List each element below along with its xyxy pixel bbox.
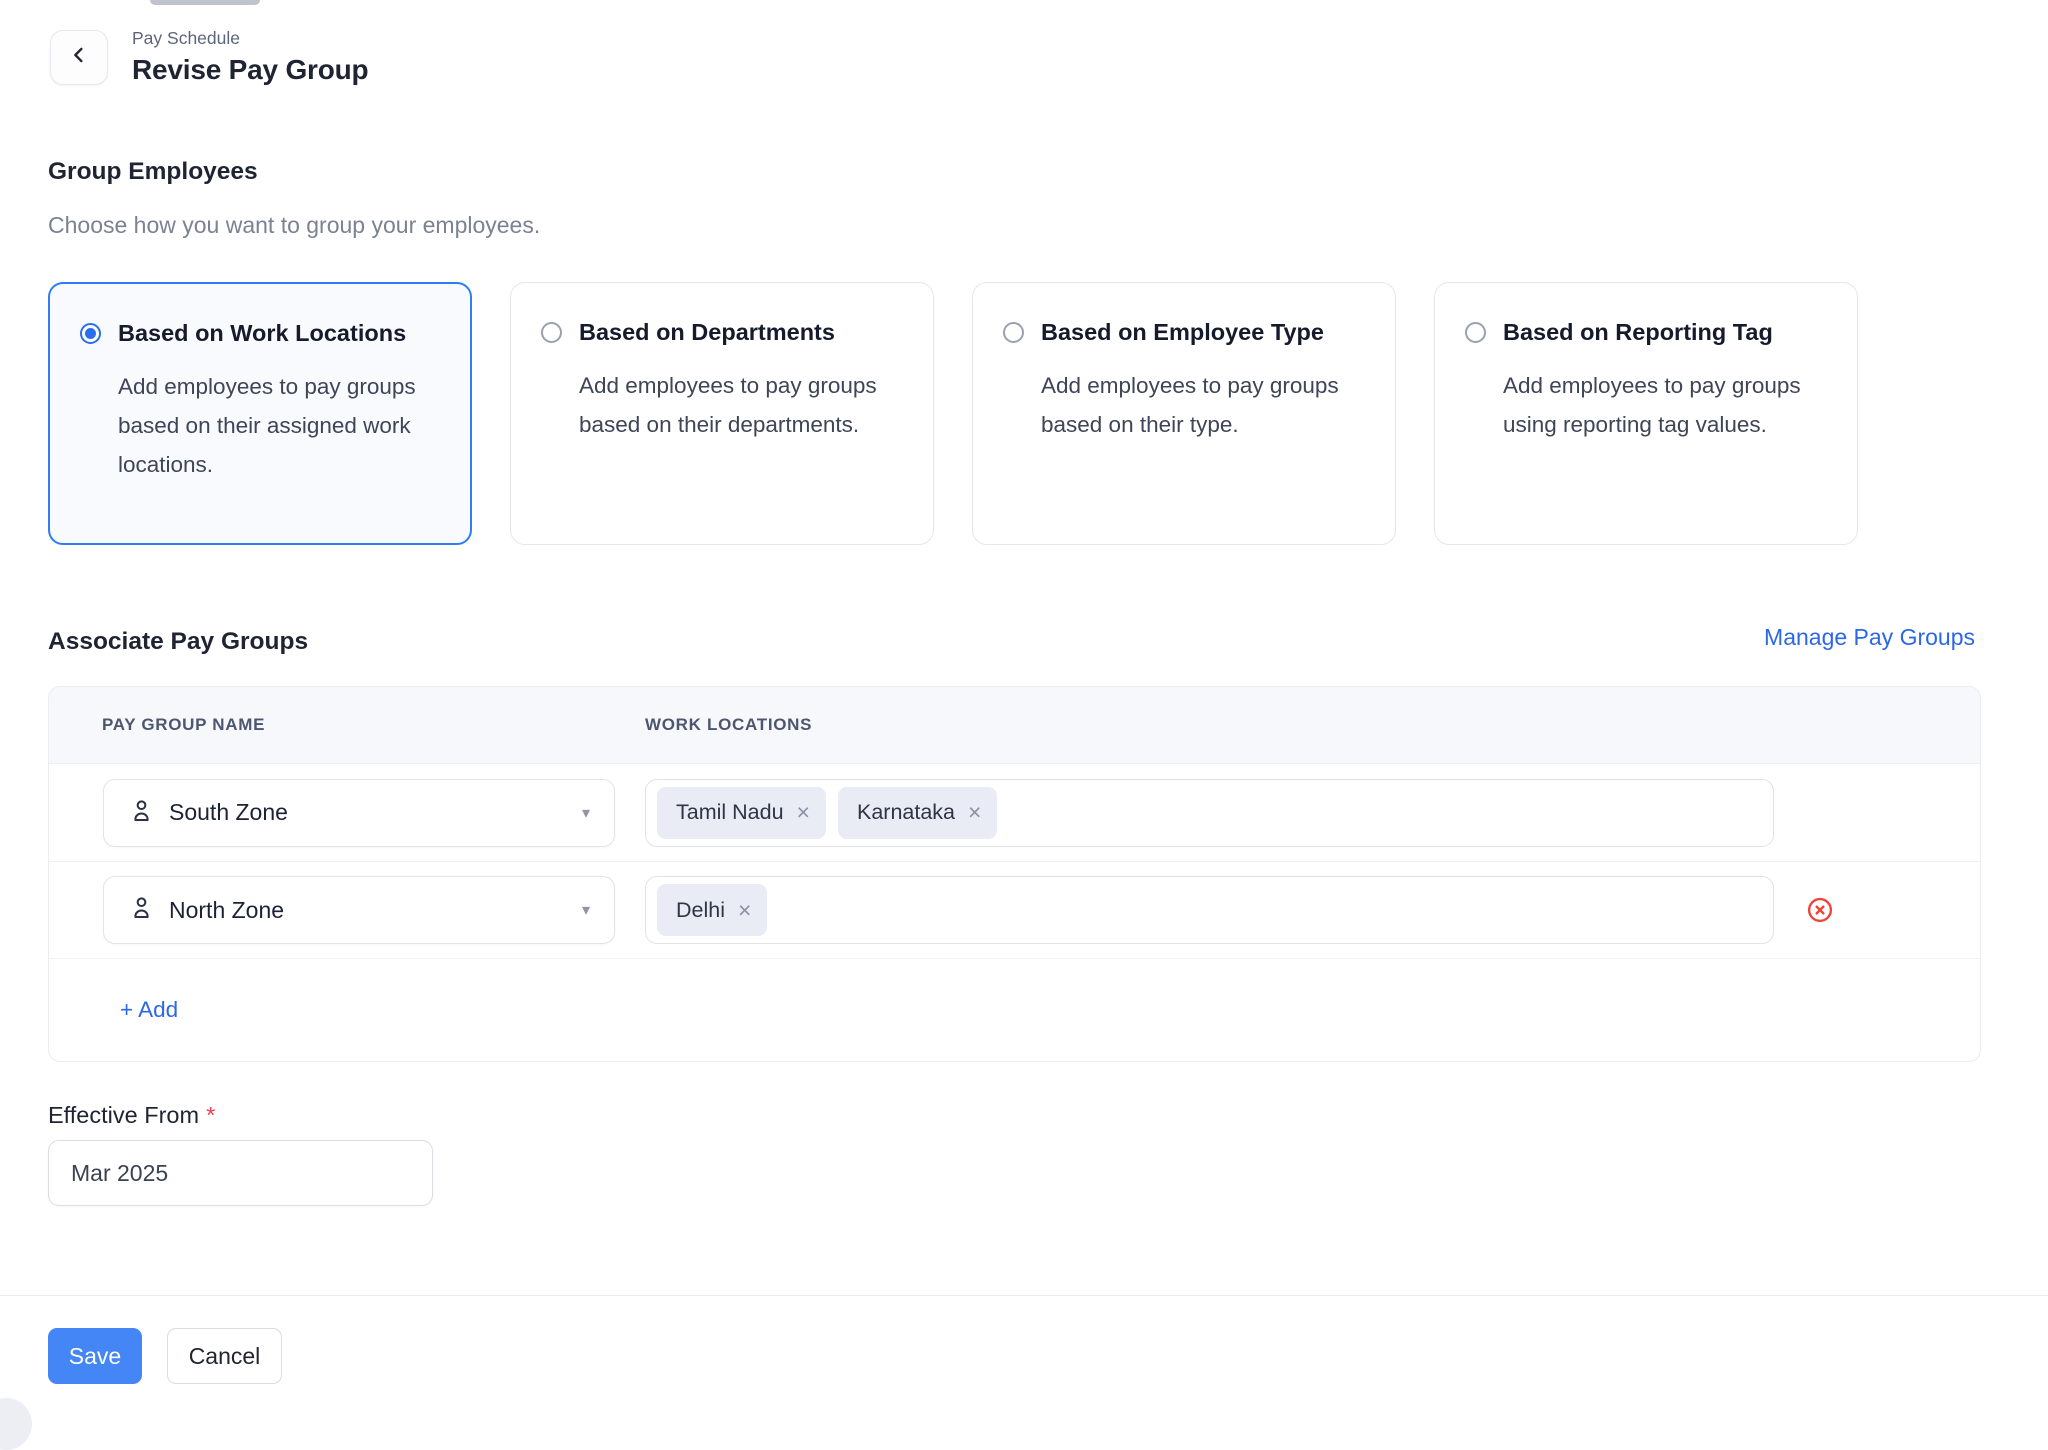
breadcrumb: Pay Schedule	[132, 28, 368, 49]
grouping-option-card-work-locations[interactable]: Based on Work Locations Add employees to …	[48, 282, 472, 545]
work-locations-multiselect[interactable]: Delhi ×	[645, 876, 1774, 944]
pay-group-name: North Zone	[169, 897, 284, 924]
remove-tag-x-icon[interactable]: ×	[968, 801, 981, 824]
grouping-option-card-reporting-tag[interactable]: Based on Reporting Tag Add employees to p…	[1434, 282, 1858, 545]
associate-pay-groups-heading: Associate Pay Groups	[48, 628, 308, 656]
work-location-tag-label: Karnataka	[857, 800, 955, 825]
grouping-option-title: Based on Work Locations	[118, 320, 406, 347]
card-head: Based on Departments	[541, 319, 905, 346]
user-icon	[128, 797, 155, 829]
effective-from-label: Effective From*	[48, 1102, 215, 1129]
delete-row-circle-x-icon[interactable]	[1805, 895, 1835, 925]
corner-widget-artifact	[0, 1398, 32, 1450]
pay-group-row: North Zone ▾ Delhi ×	[49, 861, 1980, 958]
add-pay-group-button[interactable]: + Add	[120, 997, 178, 1023]
remove-tag-x-icon[interactable]: ×	[797, 801, 810, 824]
caret-down-icon: ▾	[582, 803, 590, 823]
radio-reporting-tag[interactable]	[1465, 322, 1486, 343]
grouping-option-cards: Based on Work Locations Add employees to …	[48, 282, 1858, 545]
card-head: Based on Work Locations	[80, 320, 442, 347]
pay-group-select[interactable]: South Zone ▾	[103, 779, 615, 847]
work-location-tag: Tamil Nadu ×	[657, 787, 826, 839]
table-header-row: PAY GROUP NAME WORK LOCATIONS	[49, 687, 1980, 764]
work-location-tag: Delhi ×	[657, 884, 767, 936]
back-button[interactable]	[50, 30, 108, 85]
pay-group-name: South Zone	[169, 799, 288, 826]
work-location-tag-label: Tamil Nadu	[676, 800, 784, 825]
work-location-tag-label: Delhi	[676, 898, 725, 923]
radio-employee-type[interactable]	[1003, 322, 1024, 343]
card-head: Based on Reporting Tag	[1465, 319, 1829, 346]
grouping-option-title: Based on Departments	[579, 319, 835, 346]
grouping-option-title: Based on Reporting Tag	[1503, 319, 1773, 346]
group-employees-subtitle: Choose how you want to group your employ…	[48, 212, 540, 239]
grouping-option-description: Add employees to pay groups using report…	[1503, 366, 1829, 444]
radio-departments[interactable]	[541, 322, 562, 343]
effective-from-input[interactable]	[48, 1140, 433, 1206]
grouping-option-card-departments[interactable]: Based on Departments Add employees to pay…	[510, 282, 934, 545]
remove-tag-x-icon[interactable]: ×	[738, 899, 751, 922]
column-header-work-locations: WORK LOCATIONS	[645, 715, 812, 735]
work-locations-multiselect[interactable]: Tamil Nadu × Karnataka ×	[645, 779, 1774, 847]
work-location-tag: Karnataka ×	[838, 787, 997, 839]
grouping-option-description: Add employees to pay groups based on the…	[579, 366, 905, 444]
grouping-option-description: Add employees to pay groups based on the…	[1041, 366, 1367, 444]
cancel-button[interactable]: Cancel	[167, 1328, 282, 1384]
footer-divider	[0, 1295, 2048, 1296]
radio-work-locations-selected[interactable]	[80, 323, 101, 344]
manage-pay-groups-link[interactable]: Manage Pay Groups	[1764, 624, 1975, 651]
user-icon	[128, 894, 155, 926]
grouping-option-description: Add employees to pay groups based on the…	[118, 367, 442, 484]
caret-down-icon: ▾	[582, 900, 590, 920]
pay-group-select[interactable]: North Zone ▾	[103, 876, 615, 944]
pay-group-row: South Zone ▾ Tamil Nadu × Karnataka ×	[49, 764, 1980, 861]
card-head: Based on Employee Type	[1003, 319, 1367, 346]
column-header-pay-group-name: PAY GROUP NAME	[49, 715, 645, 735]
pay-groups-table: PAY GROUP NAME WORK LOCATIONS South Zone…	[48, 686, 1981, 1062]
required-asterisk: *	[206, 1102, 215, 1128]
save-button[interactable]: Save	[48, 1328, 142, 1384]
header-titles: Pay Schedule Revise Pay Group	[132, 28, 368, 86]
grouping-option-card-employee-type[interactable]: Based on Employee Type Add employees to p…	[972, 282, 1396, 545]
chevron-left-icon	[68, 44, 90, 71]
grouping-option-title: Based on Employee Type	[1041, 319, 1324, 346]
screenshot-edge-artifact	[150, 0, 260, 5]
add-row: + Add	[49, 958, 1980, 1061]
page-title: Revise Pay Group	[132, 54, 368, 86]
group-employees-heading: Group Employees	[48, 158, 258, 186]
page-header: Pay Schedule Revise Pay Group	[50, 28, 368, 86]
